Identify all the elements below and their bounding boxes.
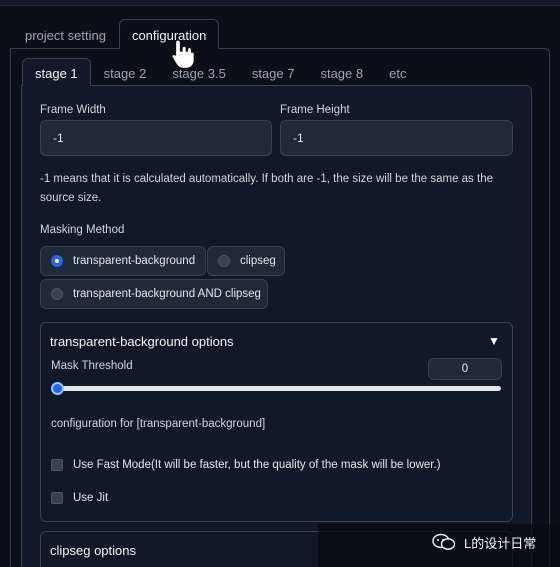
- tab-stage-2[interactable]: stage 2: [91, 58, 160, 86]
- frame-height-input[interactable]: -1: [280, 120, 513, 156]
- size-note: -1 means that it is calculated automatic…: [40, 173, 493, 204]
- clipseg-options-title[interactable]: clipseg options: [50, 543, 136, 558]
- masking-method-label: Masking Method: [40, 224, 125, 236]
- radio-transparent-background-and-clipseg-label: transparent-background AND clipseg: [73, 288, 261, 300]
- outer-tab-bar: project setting configuration: [12, 19, 548, 49]
- radio-transparent-background[interactable]: transparent-background: [40, 246, 206, 276]
- fast-mode-row[interactable]: Use Fast Mode(It will be faster, but the…: [51, 459, 441, 471]
- radio-transparent-background-and-clipseg[interactable]: transparent-background AND clipseg: [40, 279, 268, 309]
- config-transparent-background-label: configuration for [transparent-backgroun…: [51, 418, 266, 430]
- frame-width-label: Frame Width: [40, 104, 106, 116]
- radio-clipseg-label: clipseg: [240, 255, 276, 267]
- collapse-triangle-icon[interactable]: ▼: [488, 334, 500, 348]
- frame-width-input[interactable]: -1: [40, 120, 272, 156]
- mask-threshold-label: Mask Threshold: [51, 360, 133, 372]
- fast-mode-label: Use Fast Mode(It will be faster, but the…: [73, 459, 441, 471]
- radio-unselected-icon: [218, 255, 230, 267]
- frame-height-label: Frame Height: [280, 104, 350, 116]
- fast-mode-checkbox[interactable]: [51, 459, 63, 471]
- tab-project-setting[interactable]: project setting: [12, 19, 119, 49]
- wechat-icon: [432, 533, 456, 550]
- tab-etc[interactable]: etc: [376, 58, 419, 86]
- tab-stage-7[interactable]: stage 7: [239, 58, 308, 86]
- tab-stage-8[interactable]: stage 8: [307, 58, 376, 86]
- hand-cursor-icon: [171, 39, 195, 70]
- mask-threshold-number-input[interactable]: 0: [428, 358, 502, 380]
- radio-selected-icon: [51, 255, 63, 267]
- use-jit-label: Use Jit: [73, 492, 109, 504]
- radio-clipseg[interactable]: clipseg: [207, 246, 285, 276]
- top-strip: [0, 0, 560, 6]
- use-jit-row[interactable]: Use Jit: [51, 492, 108, 504]
- stage-tab-bar: stage 1 stage 2 stage 3.5 stage 7 stage …: [22, 58, 540, 86]
- use-jit-checkbox[interactable]: [51, 492, 63, 504]
- accordion-title[interactable]: transparent-background options: [50, 334, 234, 349]
- mask-threshold-slider-handle[interactable]: [51, 382, 64, 395]
- radio-transparent-background-label: transparent-background: [73, 255, 196, 267]
- watermark-text: L的设计日常: [464, 536, 537, 551]
- mask-threshold-slider[interactable]: [55, 386, 501, 391]
- tab-stage-1[interactable]: stage 1: [22, 58, 91, 86]
- radio-unselected-icon: [51, 288, 63, 300]
